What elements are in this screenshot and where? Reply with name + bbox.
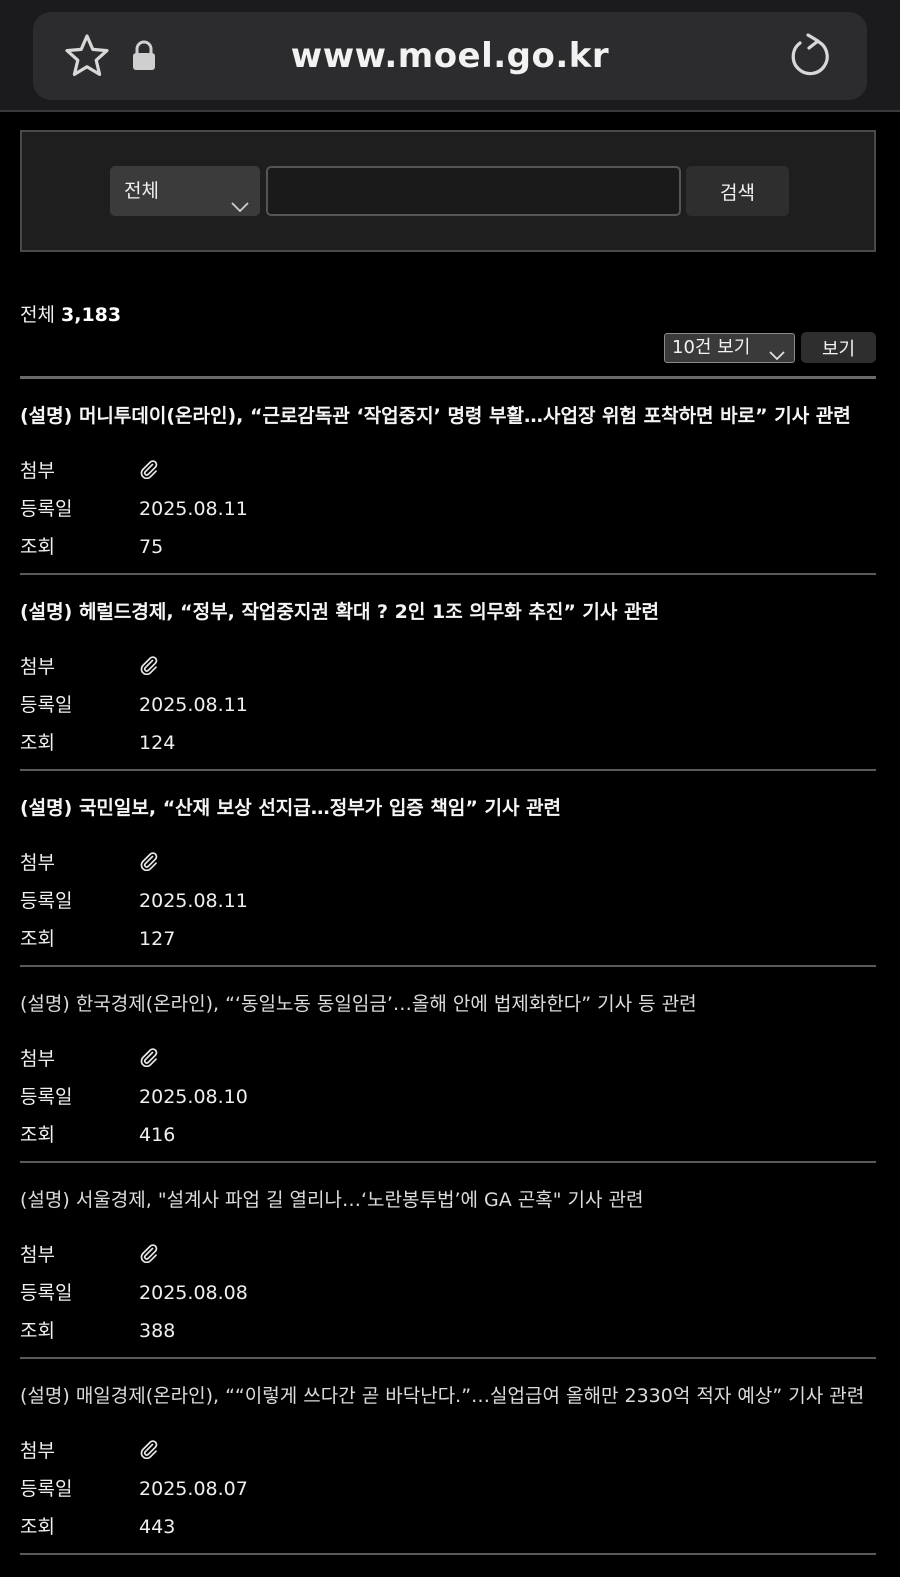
date-label: 등록일 [20,1478,73,1500]
search-category-value: 전체 [124,180,159,202]
total-number: 3,183 [61,304,122,326]
date-label: 등록일 [20,1282,73,1304]
views-label: 조회 [20,928,55,950]
date-label: 등록일 [20,694,73,716]
item-attach-row: 첨부 [20,1240,159,1268]
press-release-list: (설명) 머니투데이(온라인), “근로감독관 ‘작업중지’ 명령 부활…사업장… [20,376,876,1555]
item-attach-row: 첨부 [20,1436,159,1464]
paperclip-icon[interactable] [139,1439,159,1464]
date-label: 등록일 [20,498,73,520]
item-title[interactable]: (설명) 머니투데이(온라인), “근로감독관 ‘작업중지’ 명령 부활…사업장… [20,401,876,428]
item-views-row: 조회 124 [20,728,175,755]
item-date: 2025.08.11 [139,890,248,912]
total-label: 전체 [20,304,55,326]
item-attach-row: 첨부 [20,848,159,876]
item-date-row: 등록일 2025.08.10 [20,1082,248,1109]
item-date: 2025.08.11 [139,498,248,520]
total-count: 전체 3,183 [20,300,121,327]
reload-icon[interactable] [787,32,833,84]
item-views-row: 조회 416 [20,1120,175,1147]
views-label: 조회 [20,536,55,558]
page-size-select[interactable]: 10건 보기 [664,333,795,363]
item-attach-row: 첨부 [20,652,159,680]
item-date-row: 등록일 2025.08.11 [20,886,248,913]
item-views: 416 [139,1124,176,1146]
item-views-row: 조회 443 [20,1512,175,1539]
chevron-down-icon [768,343,786,371]
attach-label: 첨부 [20,656,55,678]
item-views-row: 조회 75 [20,532,163,559]
address-bar[interactable]: www.moel.go.kr [33,12,867,100]
item-date: 2025.08.10 [139,1086,248,1108]
views-label: 조회 [20,732,55,754]
url-text: www.moel.go.kr [290,36,610,76]
attach-label: 첨부 [20,460,55,482]
list-item: (설명) 서울경제, "설계사 파업 길 열리나…‘노란봉투법’에 GA 곤혹"… [20,1163,876,1359]
view-button[interactable]: 보기 [801,332,876,363]
date-label: 등록일 [20,890,73,912]
item-views-row: 조회 388 [20,1316,175,1343]
item-title[interactable]: (설명) 매일경제(온라인), ““이렇게 쓰다간 곧 바닥난다.”…실업급여 … [20,1381,876,1408]
views-label: 조회 [20,1516,55,1538]
paperclip-icon[interactable] [139,1047,159,1072]
item-date: 2025.08.07 [139,1478,248,1500]
date-label: 등록일 [20,1086,73,1108]
item-date: 2025.08.11 [139,694,248,716]
item-title[interactable]: (설명) 국민일보, “산재 보상 선지급…정부가 입증 책임” 기사 관련 [20,793,876,820]
item-views: 127 [139,928,176,950]
item-views: 443 [139,1516,176,1538]
paperclip-icon[interactable] [139,655,159,680]
list-item: (설명) 헤럴드경제, “정부, 작업중지권 확대 ? 2인 1조 의무화 추진… [20,575,876,771]
search-button[interactable]: 검색 [686,166,789,216]
item-title[interactable]: (설명) 헤럴드경제, “정부, 작업중지권 확대 ? 2인 1조 의무화 추진… [20,597,876,624]
item-views: 75 [139,536,164,558]
paperclip-icon[interactable] [139,851,159,876]
list-item: (설명) 한국경제(온라인), “‘동일노동 동일임금’…올해 안에 법제화한다… [20,967,876,1163]
item-date-row: 등록일 2025.08.11 [20,494,248,521]
item-views-row: 조회 127 [20,924,175,951]
chevron-down-icon [230,183,250,233]
item-views: 124 [139,732,176,754]
paperclip-icon[interactable] [139,459,159,484]
attach-label: 첨부 [20,1048,55,1070]
page-size-value: 10건 보기 [672,337,751,358]
search-category-select[interactable]: 전체 [110,166,260,216]
item-attach-row: 첨부 [20,1044,159,1072]
item-attach-row: 첨부 [20,456,159,484]
list-item: (설명) 머니투데이(온라인), “근로감독관 ‘작업중지’ 명령 부활…사업장… [20,379,876,575]
search-panel: 전체 검색 [20,130,876,252]
item-date: 2025.08.08 [139,1282,248,1304]
item-title[interactable]: (설명) 서울경제, "설계사 파업 길 열리나…‘노란봉투법’에 GA 곤혹"… [20,1185,876,1212]
views-label: 조회 [20,1124,55,1146]
item-date-row: 등록일 2025.08.11 [20,690,248,717]
item-title[interactable]: (설명) 한국경제(온라인), “‘동일노동 동일임금’…올해 안에 법제화한다… [20,989,876,1016]
list-item: (설명) 국민일보, “산재 보상 선지급…정부가 입증 책임” 기사 관련 첨… [20,771,876,967]
item-views: 388 [139,1320,176,1342]
attach-label: 첨부 [20,852,55,874]
views-label: 조회 [20,1320,55,1342]
list-item: (설명) 매일경제(온라인), ““이렇게 쓰다간 곧 바닥난다.”…실업급여 … [20,1359,876,1555]
paperclip-icon[interactable] [139,1243,159,1268]
attach-label: 첨부 [20,1440,55,1462]
search-input[interactable] [266,166,681,216]
item-date-row: 등록일 2025.08.07 [20,1474,248,1501]
item-date-row: 등록일 2025.08.08 [20,1278,248,1305]
attach-label: 첨부 [20,1244,55,1266]
browser-toolbar: www.moel.go.kr [0,0,900,112]
